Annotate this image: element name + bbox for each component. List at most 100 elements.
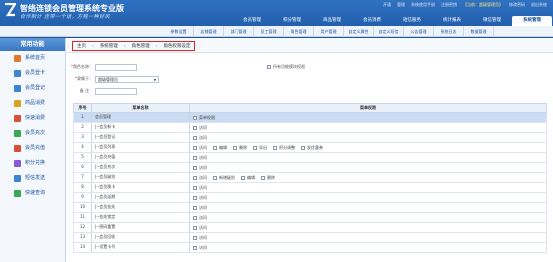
tab-member[interactable]: 会员管理 bbox=[232, 16, 272, 26]
table-row[interactable]: 9 |--会员延期 访问 bbox=[73, 193, 547, 203]
menu-name: |--会员充次 bbox=[92, 163, 190, 172]
table-row[interactable]: 6 |--会员充次 访问 bbox=[73, 163, 547, 173]
sidebar-item-label: 短信发送 bbox=[25, 175, 46, 181]
submenu-logs[interactable]: 系统日志 bbox=[434, 26, 464, 37]
permission-checkbox[interactable]: 访问 bbox=[193, 214, 207, 222]
permission-checkbox[interactable]: 积分调整 bbox=[273, 144, 295, 152]
remark-input[interactable] bbox=[95, 87, 137, 95]
sidebar-item-fast-consume[interactable]: 快速消费 bbox=[0, 111, 65, 126]
checkbox-icon bbox=[213, 145, 217, 150]
permission-checkbox[interactable]: 访问 bbox=[193, 224, 207, 232]
submenu-staff[interactable]: 员工管理 bbox=[254, 26, 284, 37]
permission-checkbox[interactable]: 访问 bbox=[193, 144, 207, 152]
submenu-stores[interactable]: 店铺管理 bbox=[194, 26, 224, 37]
permission-table: 序号 菜单名称 菜单权限 1 会员管理 菜单权限 2 |--会员新卡 访问 3 |--会员登记… bbox=[73, 103, 547, 253]
permission-checkbox[interactable]: 删除 bbox=[261, 174, 275, 182]
menu-perms: 访问 bbox=[190, 153, 546, 162]
permission-label: 访问 bbox=[199, 144, 207, 150]
submenu-custom-sms[interactable]: 自定义短信 bbox=[374, 26, 404, 37]
table-row[interactable]: 8 |--会员换卡 访问 bbox=[73, 183, 547, 193]
permission-checkbox[interactable]: 菜单权限 bbox=[193, 114, 215, 122]
permission-label: 访问 bbox=[199, 174, 207, 180]
sidebar-item-new-card[interactable]: 会员登卡 bbox=[0, 66, 65, 81]
breadcrumb-item[interactable]: 角色管理 bbox=[132, 43, 150, 49]
sidebar-item-fast-query[interactable]: 快速查询 bbox=[0, 186, 65, 201]
permission-checkbox[interactable]: 访问 bbox=[193, 134, 207, 142]
permission-checkbox[interactable]: 访问 bbox=[193, 194, 207, 202]
permission-checkbox[interactable]: 导出 bbox=[253, 144, 267, 152]
sidebar-item-goods-consume[interactable]: 商品消费 bbox=[0, 96, 65, 111]
breadcrumb-item[interactable]: 主页 bbox=[77, 43, 86, 49]
menu-perms: 访问 编辑 删除 导出 积分调整 发优惠券 bbox=[190, 143, 546, 152]
submenu-departments[interactable]: 部门管理 bbox=[224, 26, 254, 37]
header-link[interactable]: 注册密钥 bbox=[441, 2, 457, 8]
sidebar-item-label: 会员登卡 bbox=[25, 70, 46, 76]
tab-system[interactable]: 系统管理 bbox=[512, 16, 552, 26]
permission-label: 访问 bbox=[199, 134, 207, 140]
role-name-label: *角色名称： bbox=[71, 64, 93, 69]
tab-goods[interactable]: 商品管理 bbox=[312, 16, 352, 26]
header-link[interactable]: 开通 bbox=[383, 2, 391, 8]
sidebar-item-recharge-times[interactable]: 会员充次 bbox=[0, 126, 65, 141]
permission-checkbox[interactable]: 删除 bbox=[233, 144, 247, 152]
role-name-input[interactable] bbox=[95, 63, 137, 71]
header-link[interactable]: 系统使用手册 bbox=[411, 2, 435, 8]
sidebar-item-points-exchange[interactable]: 积分兑换 bbox=[0, 156, 65, 171]
table-row[interactable]: 4 |--会员列表 访问 编辑 删除 导出 积分调整 发优惠券 bbox=[73, 143, 547, 153]
menu-perms: 访问 bbox=[190, 223, 546, 232]
tab-points[interactable]: 积分管理 bbox=[272, 16, 312, 26]
checkbox-icon bbox=[193, 115, 197, 120]
permission-checkbox[interactable]: 访问 bbox=[193, 244, 207, 252]
permission-checkbox[interactable]: 发优惠券 bbox=[301, 144, 323, 152]
submenu-users[interactable]: 用户管理 bbox=[314, 26, 344, 37]
menu-perms: 访问 bbox=[190, 243, 546, 252]
table-row[interactable]: 14 |--设置卡号 访问 bbox=[73, 243, 547, 253]
submenu-data[interactable]: 数据管理 bbox=[464, 26, 494, 37]
table-row[interactable]: 1 会员管理 菜单权限 bbox=[73, 113, 547, 123]
logout-link[interactable]: 退出系统 bbox=[531, 2, 547, 8]
role-group-select[interactable]: 超级管理员 bbox=[95, 75, 159, 83]
permission-checkbox[interactable]: 访问 bbox=[193, 164, 207, 172]
permission-checkbox[interactable]: 访问 bbox=[193, 174, 207, 182]
tab-wechat[interactable]: 微信管理 bbox=[472, 16, 512, 26]
submenu-params[interactable]: 参数设置 bbox=[164, 26, 194, 37]
table-row[interactable]: 2 |--会员新卡 访问 bbox=[73, 123, 547, 133]
permission-checkbox[interactable]: 访问 bbox=[193, 154, 207, 162]
permission-checkbox[interactable]: 编辑 bbox=[241, 174, 255, 182]
table-row[interactable]: 10 |--会员挂失 访问 bbox=[73, 203, 547, 213]
sidebar-item-sms[interactable]: 短信发送 bbox=[0, 171, 65, 186]
tab-consume[interactable]: 会员消费 bbox=[352, 16, 392, 26]
permission-checkbox[interactable]: 新增级别 bbox=[213, 174, 235, 182]
sidebar-item-register[interactable]: 会员登记 bbox=[0, 81, 65, 96]
permission-checkbox[interactable]: 编辑 bbox=[213, 144, 227, 152]
table-row[interactable]: 13 |--会员回收 访问 bbox=[73, 233, 547, 243]
permission-checkbox[interactable]: 访问 bbox=[193, 204, 207, 212]
header-link[interactable]: 管理 bbox=[397, 2, 405, 8]
header-links: 开通 管理 系统使用手册 注册密钥 【当前：超级管理员】 修改密码 退出系统 bbox=[383, 2, 547, 8]
checkbox-icon bbox=[213, 175, 217, 180]
table-row[interactable]: 12 |--密码重置 访问 bbox=[73, 223, 547, 233]
sidebar-item-recharge[interactable]: 会员充值 bbox=[0, 141, 65, 156]
chevron-right-icon: › bbox=[92, 43, 94, 49]
table-row[interactable]: 5 |--会员充值 访问 bbox=[73, 153, 547, 163]
tab-sms[interactable]: 短信服务 bbox=[392, 16, 432, 26]
menu-perms: 访问 bbox=[190, 123, 546, 132]
header-link[interactable]: 修改密码 bbox=[509, 2, 525, 8]
permission-checkbox[interactable]: 访问 bbox=[193, 234, 207, 242]
table-row[interactable]: 3 |--会员登记 访问 bbox=[73, 133, 547, 143]
submenu-notices[interactable]: 公告管理 bbox=[404, 26, 434, 37]
all-perms-checkbox[interactable]: 所有功能模块权限 bbox=[267, 64, 305, 70]
permission-checkbox[interactable]: 访问 bbox=[193, 184, 207, 192]
breadcrumb-item[interactable]: 系统管理 bbox=[100, 43, 118, 49]
submenu-custom-attrs[interactable]: 自定义属性 bbox=[344, 26, 374, 37]
cart-icon bbox=[14, 100, 21, 107]
permission-checkbox[interactable]: 访问 bbox=[193, 124, 207, 132]
submenu-roles[interactable]: 角色管理 bbox=[284, 26, 314, 37]
sidebar-item-home[interactable]: 系统首页 bbox=[0, 51, 65, 66]
row-number: 8 bbox=[74, 183, 92, 192]
table-row[interactable]: 11 |--挂失锁定 访问 bbox=[73, 213, 547, 223]
table-row[interactable]: 7 |--会员级别 访问 新增级别 编辑 删除 bbox=[73, 173, 547, 183]
sidebar-title: 常用功能 bbox=[0, 38, 65, 51]
checkbox-icon bbox=[193, 135, 197, 140]
tab-reports[interactable]: 统计报表 bbox=[432, 16, 472, 26]
